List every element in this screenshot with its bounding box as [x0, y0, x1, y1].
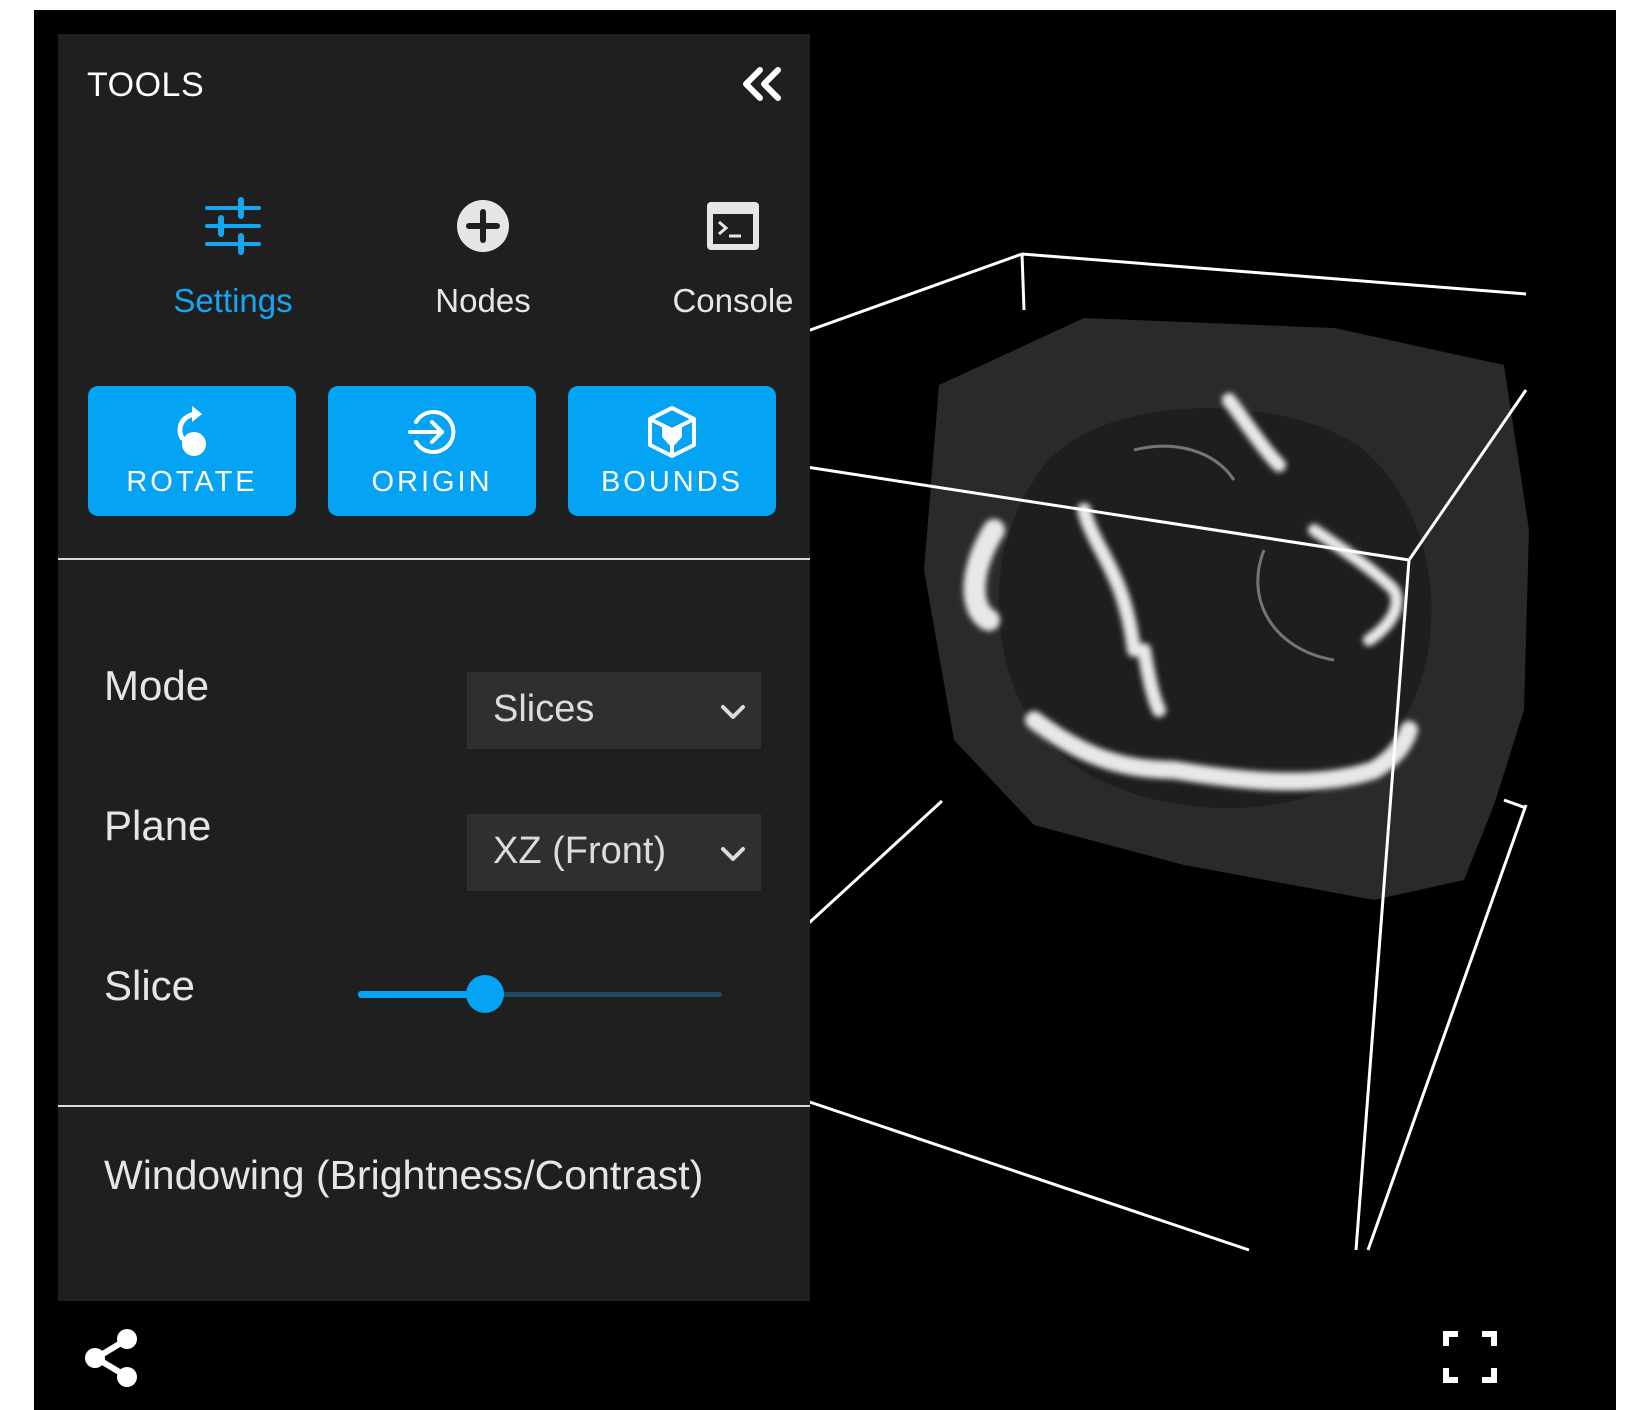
origin-icon [408, 410, 456, 454]
bounds-button-label: BOUNDS [600, 466, 744, 498]
slice-slider[interactable] [358, 974, 722, 1014]
tab-settings[interactable]: Settings [128, 194, 338, 354]
ct-slice-image [924, 318, 1529, 900]
3d-viewer[interactable]: TOOLS Settings Nodes Console ROTATE ORIG… [34, 10, 1616, 1410]
origin-button[interactable]: ORIGIN [328, 386, 536, 516]
double-chevron-left-icon [743, 67, 781, 101]
divider [58, 1105, 810, 1107]
rotate-button[interactable]: ROTATE [88, 386, 296, 516]
bounds-button[interactable]: BOUNDS [568, 386, 776, 516]
tab-nodes[interactable]: Nodes [378, 194, 588, 354]
tab-console[interactable]: Console [628, 194, 838, 354]
rotate-button-label: ROTATE [126, 466, 258, 498]
rotate-icon [177, 406, 206, 456]
chevron-down-icon [721, 847, 745, 861]
tab-console-label: Console [672, 282, 794, 319]
collapse-panel-button[interactable] [738, 62, 790, 106]
tools-panel: TOOLS Settings Nodes Console ROTATE ORIG… [58, 34, 810, 1301]
plane-label: Plane [104, 802, 212, 849]
share-icon [85, 1329, 137, 1387]
mode-select[interactable]: Slices [467, 672, 761, 749]
sliders-icon [205, 197, 261, 255]
chevron-down-icon [721, 705, 745, 719]
tab-settings-label: Settings [173, 282, 293, 319]
slider-thumb[interactable] [466, 975, 504, 1013]
tab-nodes-label: Nodes [435, 282, 531, 319]
terminal-icon [707, 202, 759, 250]
plane-select-value: XZ (Front) [493, 830, 667, 872]
cube-icon [648, 406, 696, 458]
divider [58, 558, 810, 560]
panel-title: TOOLS [87, 66, 205, 104]
mode-label: Mode [104, 662, 210, 709]
plane-select[interactable]: XZ (Front) [467, 814, 761, 891]
fullscreen-icon [1443, 1331, 1497, 1383]
slice-label: Slice [104, 962, 196, 1009]
fullscreen-button[interactable] [1442, 1330, 1498, 1384]
plus-circle-icon [457, 200, 509, 252]
share-button[interactable] [82, 1328, 142, 1388]
windowing-section-header[interactable]: Windowing (Brightness/Contrast) [104, 1152, 703, 1199]
mode-select-value: Slices [493, 688, 595, 730]
origin-button-label: ORIGIN [371, 466, 493, 498]
